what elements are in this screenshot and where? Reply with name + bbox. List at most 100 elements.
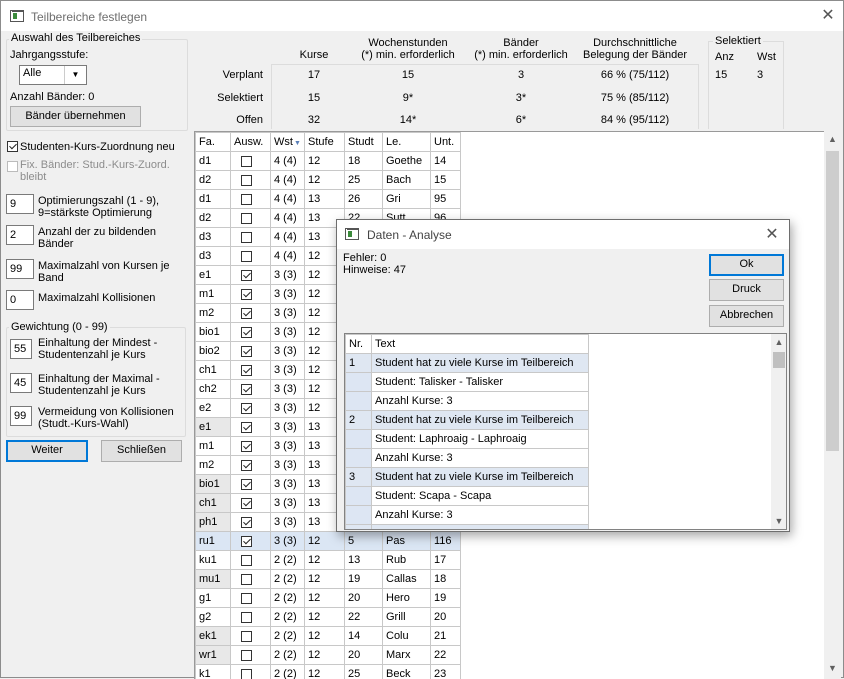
ausw-checkbox[interactable] <box>241 365 252 376</box>
list-cell-nr: 4 <box>346 525 372 531</box>
table-row[interactable]: d14 (4)1218Goethe14 <box>196 152 461 171</box>
cell-studt: 18 <box>345 152 383 171</box>
cell-ausw <box>231 551 271 570</box>
ausw-checkbox[interactable] <box>241 289 252 300</box>
list-item[interactable]: Student: Scapa - Scapa <box>346 487 589 506</box>
list-header-text[interactable]: Text <box>372 335 589 354</box>
col-header-studt[interactable]: Studt <box>345 133 383 152</box>
offen-beleg: 84 % (95/112) <box>571 114 699 126</box>
ausw-checkbox[interactable] <box>241 460 252 471</box>
ausw-checkbox[interactable] <box>241 669 252 679</box>
fix-baender-checkbox[interactable] <box>7 161 18 172</box>
maxkurse-label: Maximalzahl von Kursen je Band <box>38 260 178 284</box>
verplant-baender: 3 <box>461 69 581 81</box>
ausw-checkbox[interactable] <box>241 498 252 509</box>
zuordnung-neu-checkbox[interactable] <box>7 141 18 152</box>
list-item[interactable]: 1Student hat zu viele Kurse im Teilberei… <box>346 354 589 373</box>
table-row[interactable]: ek12 (2)1214Colu21 <box>196 627 461 646</box>
maximal-input[interactable]: 45 <box>10 373 32 393</box>
cell-ausw <box>231 285 271 304</box>
list-item[interactable]: 4Student hat zu viele Kurse im Teilberei… <box>346 525 589 531</box>
ausw-checkbox[interactable] <box>241 422 252 433</box>
list-scroll-thumb[interactable] <box>773 352 785 368</box>
grid-scroll-thumb[interactable] <box>826 151 839 451</box>
weiter-button[interactable]: Weiter <box>6 440 88 462</box>
list-item[interactable]: Anzahl Kurse: 3 <box>346 506 589 525</box>
ausw-checkbox[interactable] <box>241 175 252 186</box>
table-row[interactable]: g22 (2)1222Grill20 <box>196 608 461 627</box>
col-header-unt[interactable]: Unt. <box>431 133 461 152</box>
cell-ausw <box>231 228 271 247</box>
maxkoll-input[interactable]: 0 <box>6 290 34 310</box>
chevron-down-icon[interactable]: ▼ <box>64 66 86 84</box>
kollision-input[interactable]: 99 <box>10 406 32 426</box>
list-item[interactable]: 3Student hat zu viele Kurse im Teilberei… <box>346 468 589 487</box>
ausw-checkbox[interactable] <box>241 574 252 585</box>
schliessen-button[interactable]: Schließen <box>101 440 182 462</box>
jahrgang-select[interactable]: Alle ▼ <box>19 65 87 85</box>
anz-value: 15 <box>715 69 727 81</box>
cell-ausw <box>231 665 271 679</box>
ausw-checkbox[interactable] <box>241 650 252 661</box>
optimierung-input[interactable]: 9 <box>6 194 34 214</box>
table-row[interactable]: d14 (4)1326Gri95 <box>196 190 461 209</box>
cell-fa: bio1 <box>196 323 231 342</box>
table-row[interactable]: ku12 (2)1213Rub17 <box>196 551 461 570</box>
list-item[interactable]: 2Student hat zu viele Kurse im Teilberei… <box>346 411 589 430</box>
col-header-wst[interactable]: Wst▼ <box>271 133 305 152</box>
ausw-checkbox[interactable] <box>241 346 252 357</box>
grid-scrollbar[interactable]: ▲ ▼ <box>824 131 841 679</box>
list-scroll-up-icon[interactable]: ▲ <box>771 334 787 350</box>
col-header-fa[interactable]: Fa. <box>196 133 231 152</box>
ausw-checkbox[interactable] <box>241 517 252 528</box>
table-row[interactable]: d24 (4)1225Bach15 <box>196 171 461 190</box>
list-item[interactable]: Anzahl Kurse: 3 <box>346 449 589 468</box>
cell-wst: 3 (3) <box>271 494 305 513</box>
list-item[interactable]: Student: Laphroaig - Laphroaig <box>346 430 589 449</box>
ausw-checkbox[interactable] <box>241 631 252 642</box>
maxkurse-input[interactable]: 99 <box>6 259 34 279</box>
close-icon[interactable]: ✕ <box>821 9 835 23</box>
list-item[interactable]: Anzahl Kurse: 3 <box>346 392 589 411</box>
scroll-up-icon[interactable]: ▲ <box>824 131 841 148</box>
col-header-stufe[interactable]: Stufe <box>305 133 345 152</box>
table-row[interactable]: k12 (2)1225Beck23 <box>196 665 461 679</box>
list-scroll-down-icon[interactable]: ▼ <box>771 513 787 529</box>
abbrechen-button[interactable]: Abbrechen <box>709 305 784 327</box>
list-header-nr[interactable]: Nr. <box>346 335 372 354</box>
ausw-checkbox[interactable] <box>241 308 252 319</box>
ok-button[interactable]: Ok <box>709 254 784 276</box>
dialog-close-icon[interactable]: ✕ <box>765 228 779 242</box>
table-row[interactable]: wr12 (2)1220Marx22 <box>196 646 461 665</box>
ausw-checkbox[interactable] <box>241 270 252 281</box>
table-row[interactable]: mu12 (2)1219Callas18 <box>196 570 461 589</box>
druck-button[interactable]: Druck <box>709 279 784 301</box>
ausw-checkbox[interactable] <box>241 403 252 414</box>
scroll-down-icon[interactable]: ▼ <box>824 660 841 677</box>
ausw-checkbox[interactable] <box>241 194 252 205</box>
ausw-checkbox[interactable] <box>241 536 252 547</box>
ausw-checkbox[interactable] <box>241 327 252 338</box>
col-header-ausw[interactable]: Ausw. <box>231 133 271 152</box>
list-item[interactable]: Student: Talisker - Talisker <box>346 373 589 392</box>
col-header-le[interactable]: Le. <box>383 133 431 152</box>
ausw-checkbox[interactable] <box>241 555 252 566</box>
ausw-checkbox[interactable] <box>241 156 252 167</box>
list-scrollbar[interactable]: ▲ ▼ <box>771 334 787 529</box>
table-row[interactable]: ru13 (3)125Pas116 <box>196 532 461 551</box>
anzahl-input[interactable]: 2 <box>6 225 34 245</box>
baender-uebernehmen-button[interactable]: Bänder übernehmen <box>10 106 141 127</box>
sort-desc-icon: ▼ <box>294 140 301 147</box>
ausw-checkbox[interactable] <box>241 251 252 262</box>
ausw-checkbox[interactable] <box>241 593 252 604</box>
ausw-checkbox[interactable] <box>241 213 252 224</box>
ausw-checkbox[interactable] <box>241 441 252 452</box>
ausw-checkbox[interactable] <box>241 612 252 623</box>
ausw-checkbox[interactable] <box>241 232 252 243</box>
maximal-label: Einhaltung der Maximal - Studentenzahl j… <box>38 373 178 397</box>
list-cell-nr <box>346 487 372 506</box>
mindest-input[interactable]: 55 <box>10 339 32 359</box>
table-row[interactable]: g12 (2)1220Hero19 <box>196 589 461 608</box>
ausw-checkbox[interactable] <box>241 384 252 395</box>
ausw-checkbox[interactable] <box>241 479 252 490</box>
